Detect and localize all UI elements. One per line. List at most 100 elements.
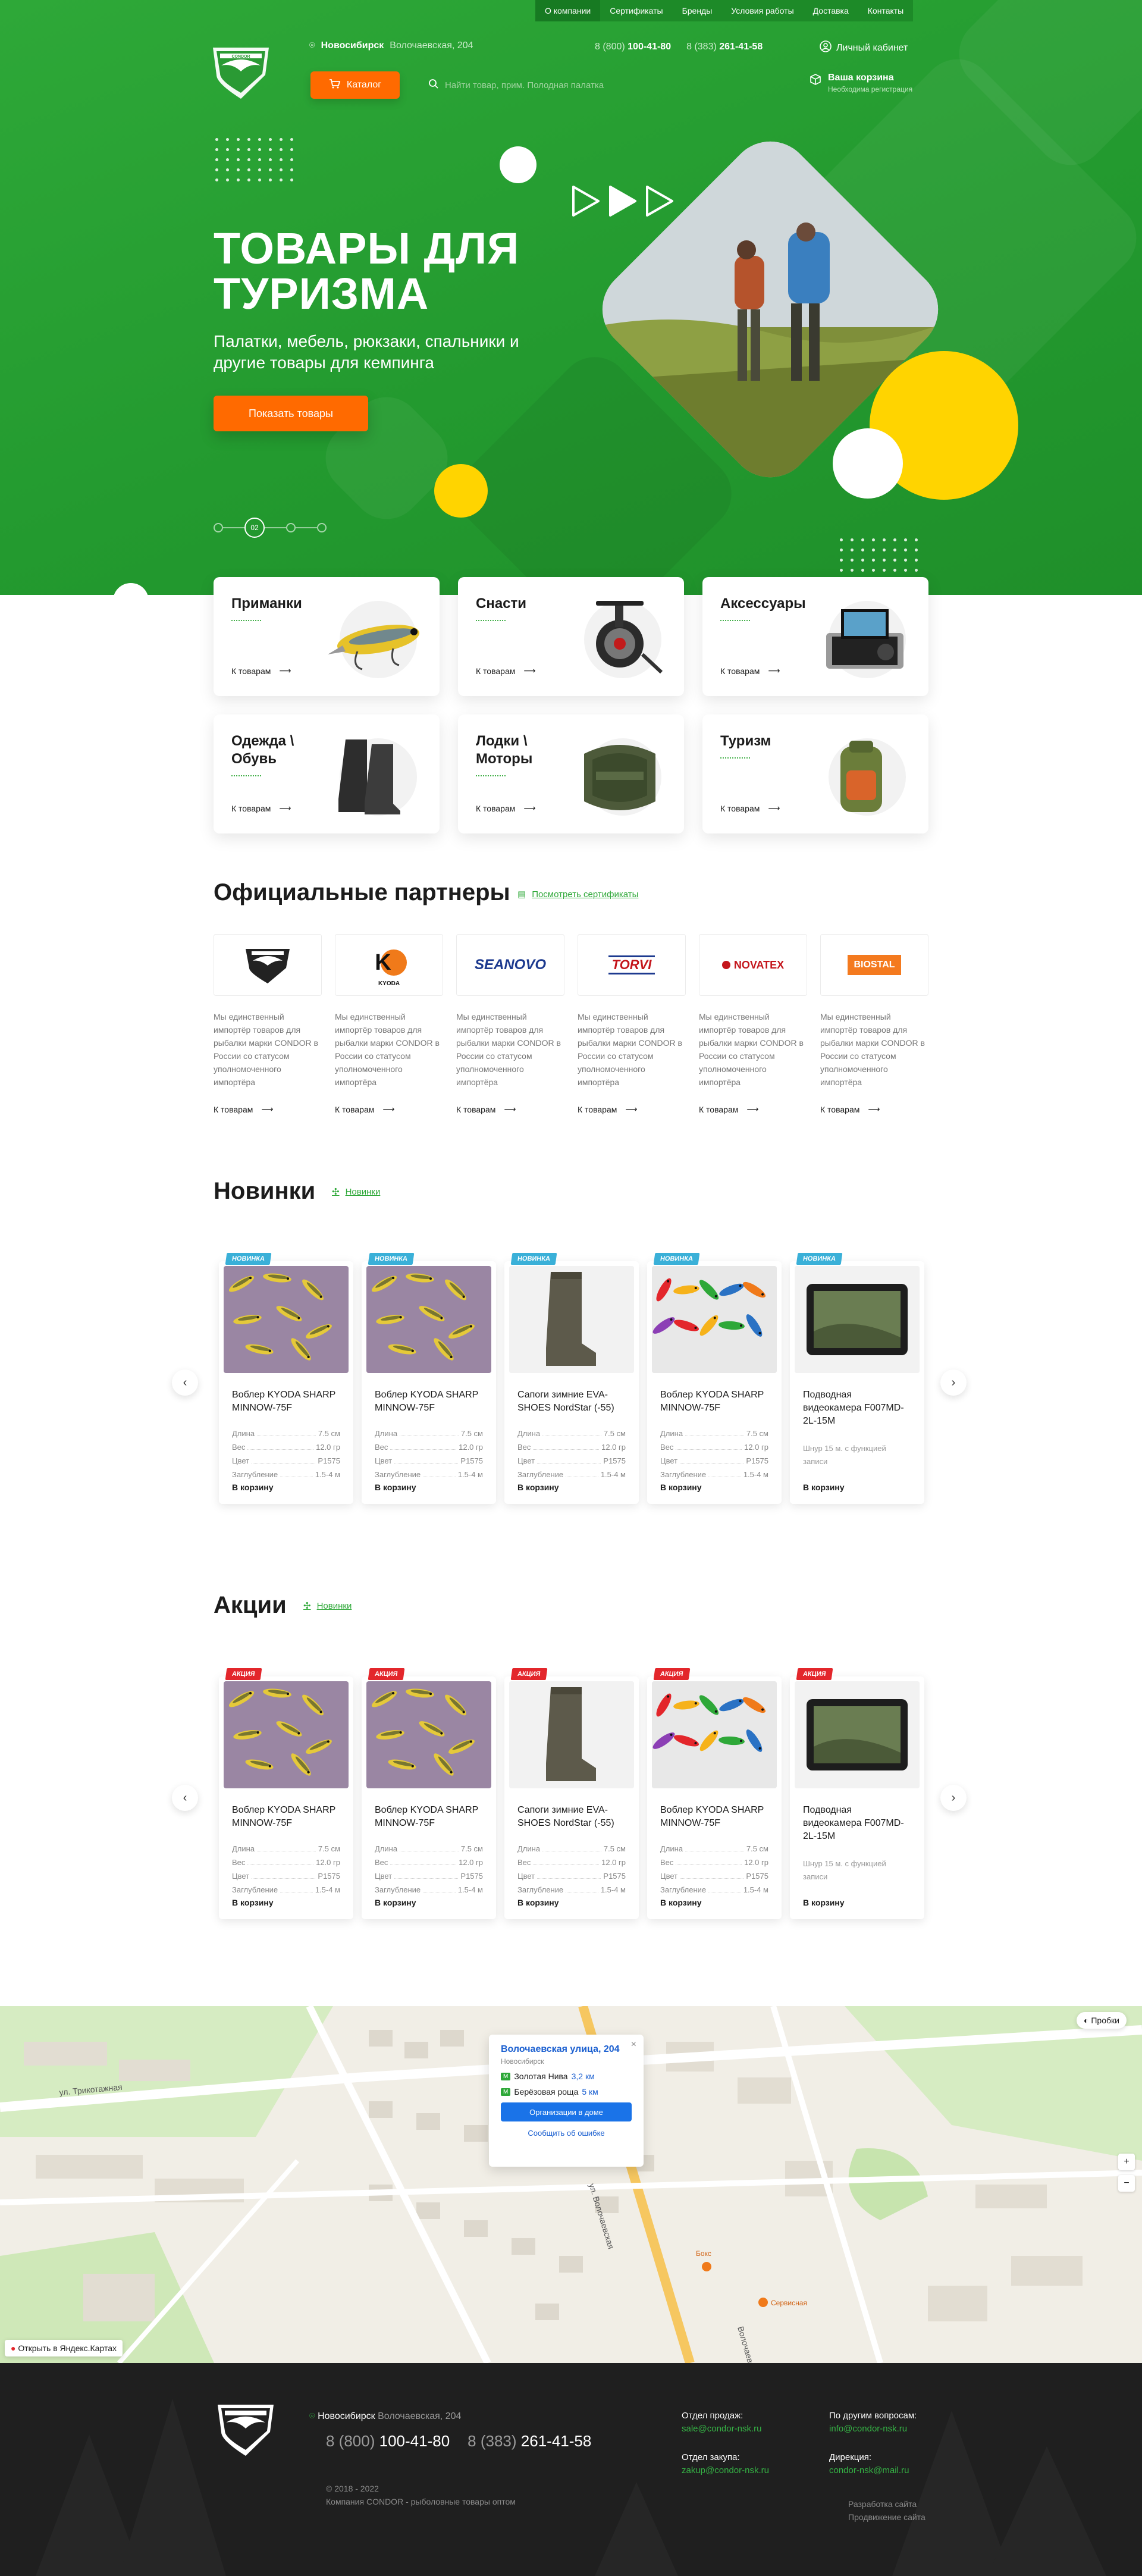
- new-products-link[interactable]: ✣ Новинки: [332, 1186, 380, 1198]
- product-name[interactable]: Подводная видеокамера F007MD-2L-15M: [803, 1804, 911, 1843]
- header-location[interactable]: ⌾ Новосибирск Волочаевская, 204: [309, 40, 473, 51]
- product-image[interactable]: [366, 1266, 491, 1373]
- product-image[interactable]: [366, 1681, 491, 1788]
- category-link[interactable]: К товарам ⟶: [231, 666, 291, 676]
- partner-logo-condor[interactable]: [214, 934, 322, 996]
- product-image[interactable]: [652, 1266, 777, 1373]
- product-name[interactable]: Сапоги зимние EVA-SHOES NordStar (-55): [517, 1389, 626, 1415]
- product-name[interactable]: Воблер KYODA SHARP MINNOW-75F: [232, 1389, 340, 1415]
- phone-383[interactable]: 8 (383) 261-41-58: [686, 42, 763, 52]
- other-email-link[interactable]: info@condor-nsk.ru: [829, 2423, 917, 2436]
- category-card-tackle[interactable]: Снасти К товарам ⟶: [458, 577, 684, 696]
- partner-logo-torvi[interactable]: TORVI: [578, 934, 686, 996]
- product-image[interactable]: [652, 1681, 777, 1788]
- product-card[interactable]: НОВИНКА Воблер KYODA SHARP MINNOW-75F Длин…: [219, 1253, 353, 1504]
- certificates-link[interactable]: ▤ Посмотреть сертификаты: [517, 889, 638, 900]
- add-to-cart-button[interactable]: В корзину: [803, 1898, 845, 1907]
- product-card[interactable]: АКЦИЯ Подводная видеокамера F007MD-2L-15M…: [790, 1668, 924, 1919]
- catalog-button[interactable]: Каталог: [310, 71, 400, 99]
- category-card-clothing[interactable]: Одежда \ Обувь К товарам ⟶: [214, 714, 440, 833]
- report-error-link[interactable]: Сообщить об ошибке: [501, 2129, 632, 2138]
- sales-email-link[interactable]: sale@condor-nsk.ru: [682, 2423, 761, 2436]
- partner-logo-novatex[interactable]: NOVATEX: [699, 934, 807, 996]
- footer-phone-800[interactable]: 8 (800) 100-41-80: [326, 2432, 450, 2450]
- category-card-boats[interactable]: Лодки \ Моторы К товарам ⟶: [458, 714, 684, 833]
- slider-dot[interactable]: [214, 523, 223, 532]
- slider-prev-button[interactable]: ‹: [172, 1370, 198, 1396]
- footer-phone-383[interactable]: 8 (383) 261-41-58: [468, 2432, 591, 2450]
- close-icon[interactable]: ×: [631, 2039, 636, 2050]
- partner-link[interactable]: К товарам ⟶: [456, 1104, 564, 1114]
- partner-link[interactable]: К товарам ⟶: [820, 1104, 928, 1114]
- show-products-button[interactable]: Показать товары: [214, 396, 368, 431]
- add-to-cart-button[interactable]: В корзину: [375, 1483, 416, 1492]
- slider-next-button[interactable]: ›: [940, 1370, 967, 1396]
- category-link[interactable]: К товарам ⟶: [720, 803, 780, 813]
- add-to-cart-button[interactable]: В корзину: [232, 1898, 274, 1907]
- slider-dot[interactable]: [286, 523, 296, 532]
- partner-link[interactable]: К товарам ⟶: [335, 1104, 443, 1114]
- product-card[interactable]: НОВИНКА Подводная видеокамера F007MD-2L-1…: [790, 1253, 924, 1504]
- partner-logo-kyoda[interactable]: K KYODA: [335, 934, 443, 996]
- zoom-in-button[interactable]: +: [1118, 2154, 1135, 2170]
- product-name[interactable]: Воблер KYODA SHARP MINNOW-75F: [660, 1804, 768, 1830]
- partner-link[interactable]: К товарам ⟶: [578, 1104, 686, 1114]
- topnav-terms[interactable]: Условия работы: [721, 0, 803, 21]
- dev-link[interactable]: Разработка сайта: [848, 2497, 925, 2511]
- product-image[interactable]: [509, 1266, 634, 1373]
- organizations-button[interactable]: Организации в доме: [501, 2102, 632, 2121]
- topnav-certificates[interactable]: Сертификаты: [600, 0, 672, 21]
- slider-prev-button[interactable]: ‹: [172, 1785, 198, 1811]
- category-link[interactable]: К товарам ⟶: [476, 803, 535, 813]
- seo-link[interactable]: Продвижение сайта: [848, 2511, 925, 2524]
- slider-dot-current[interactable]: 02: [244, 518, 265, 538]
- category-card-lures[interactable]: Приманки К товарам ⟶: [214, 577, 440, 696]
- product-image[interactable]: [224, 1266, 349, 1373]
- product-name[interactable]: Воблер KYODA SHARP MINNOW-75F: [660, 1389, 768, 1415]
- category-link[interactable]: К товарам ⟶: [231, 803, 291, 813]
- topnav-contacts[interactable]: Контакты: [858, 0, 913, 21]
- add-to-cart-button[interactable]: В корзину: [803, 1483, 845, 1492]
- director-email-link[interactable]: condor-nsk@mail.ru: [829, 2464, 909, 2477]
- partner-link[interactable]: К товарам ⟶: [214, 1104, 322, 1114]
- category-card-tourism[interactable]: Туризм К товарам ⟶: [702, 714, 928, 833]
- product-card[interactable]: АКЦИЯ Воблер KYODA SHARP MINNOW-75F Длина 7…: [362, 1668, 496, 1919]
- product-card[interactable]: НОВИНКА Воблер KYODA SHARP MINNOW-75F Длин…: [647, 1253, 782, 1504]
- topnav-about[interactable]: О компании: [535, 0, 601, 21]
- category-card-accessories[interactable]: Аксессуары К товарам ⟶: [702, 577, 928, 696]
- product-image[interactable]: [795, 1681, 920, 1788]
- open-yandex-maps-link[interactable]: ● Открыть в Яндекс.Картах: [5, 2340, 123, 2356]
- slider-next-button[interactable]: ›: [940, 1785, 967, 1811]
- slider-dot[interactable]: [317, 523, 327, 532]
- traffic-toggle-button[interactable]: ◐ Пробки: [1077, 2012, 1127, 2029]
- add-to-cart-button[interactable]: В корзину: [517, 1483, 559, 1492]
- zoom-out-button[interactable]: −: [1118, 2175, 1135, 2192]
- product-card[interactable]: АКЦИЯ Воблер KYODA SHARP MINNOW-75F Длина 7…: [219, 1668, 353, 1919]
- product-card[interactable]: АКЦИЯ Воблер KYODA SHARP MINNOW-75F Длина 7…: [647, 1668, 782, 1919]
- add-to-cart-button[interactable]: В корзину: [375, 1898, 416, 1907]
- sale-link[interactable]: ✣ Новинки: [303, 1600, 352, 1612]
- topnav-brands[interactable]: Бренды: [673, 0, 722, 21]
- cart-link[interactable]: Ваша корзина Необходима регистрация: [809, 73, 912, 93]
- site-logo[interactable]: CONDOR: [208, 42, 274, 99]
- product-card[interactable]: АКЦИЯ Сапоги зимние EVA-SHOES NordStar (-…: [504, 1668, 639, 1919]
- product-image[interactable]: [795, 1266, 920, 1373]
- add-to-cart-button[interactable]: В корзину: [660, 1483, 702, 1492]
- search-input[interactable]: [445, 80, 707, 90]
- footer-logo[interactable]: [213, 2399, 278, 2459]
- product-name[interactable]: Воблер KYODA SHARP MINNOW-75F: [232, 1804, 340, 1830]
- product-name[interactable]: Воблер KYODA SHARP MINNOW-75F: [375, 1389, 483, 1415]
- phone-800[interactable]: 8 (800) 100-41-80: [595, 42, 671, 52]
- topnav-delivery[interactable]: Доставка: [804, 0, 858, 21]
- product-name[interactable]: Воблер KYODA SHARP MINNOW-75F: [375, 1804, 483, 1830]
- category-link[interactable]: К товарам ⟶: [720, 666, 780, 676]
- personal-cabinet-link[interactable]: Личный кабинет: [820, 40, 908, 55]
- add-to-cart-button[interactable]: В корзину: [232, 1483, 274, 1492]
- product-name[interactable]: Подводная видеокамера F007MD-2L-15M: [803, 1389, 911, 1428]
- partner-logo-biostal[interactable]: BIOSTAL: [820, 934, 928, 996]
- purchase-email-link[interactable]: zakup@condor-nsk.ru: [682, 2464, 769, 2477]
- product-name[interactable]: Сапоги зимние EVA-SHOES NordStar (-55): [517, 1804, 626, 1830]
- add-to-cart-button[interactable]: В корзину: [660, 1898, 702, 1907]
- product-card[interactable]: НОВИНКА Воблер KYODA SHARP MINNOW-75F Длин…: [362, 1253, 496, 1504]
- partner-link[interactable]: К товарам ⟶: [699, 1104, 807, 1114]
